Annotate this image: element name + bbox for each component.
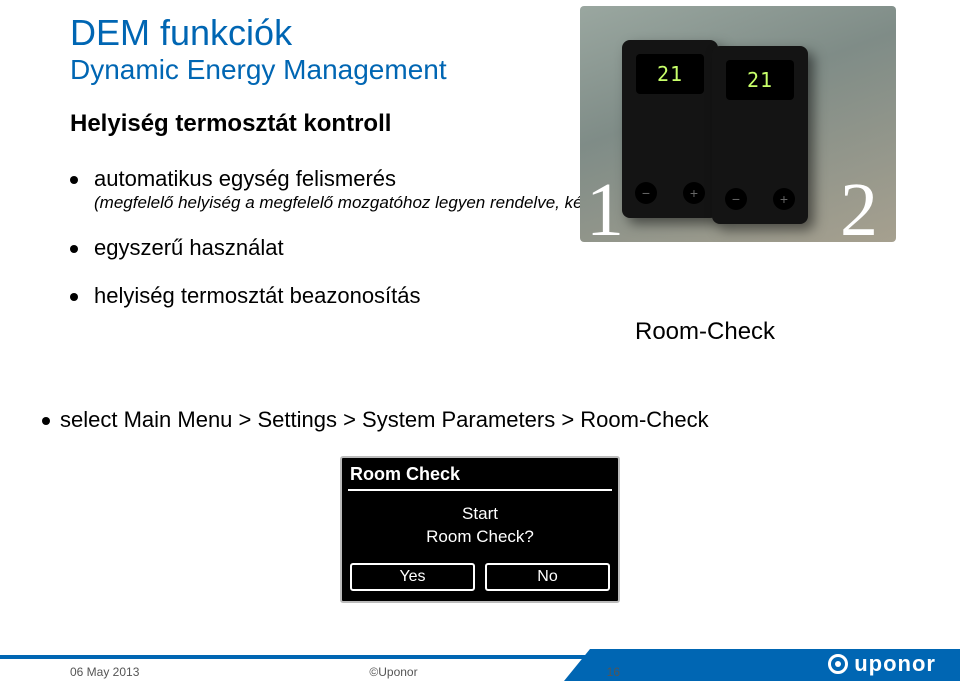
- device-2-reading: 21: [726, 60, 794, 100]
- minus-icon: −: [725, 188, 747, 210]
- thermostat-device-1: 21 − +: [622, 40, 718, 218]
- dialog-separator: [348, 489, 612, 491]
- dialog-title: Room Check: [342, 458, 618, 489]
- bullet-main: egyszerű használat: [94, 235, 284, 260]
- brand-logo-icon: [828, 654, 848, 674]
- bullet-item: helyiség termosztát beazonosítás: [70, 283, 890, 309]
- footer-copyright: ©Uponor: [369, 665, 417, 679]
- plus-icon: +: [773, 188, 795, 210]
- plus-icon: +: [683, 182, 705, 204]
- room-check-label: Room-Check: [635, 318, 775, 346]
- dialog-buttons: Yes No: [342, 563, 618, 601]
- dialog-line-2: Room Check?: [350, 526, 610, 549]
- footer-page-number: 16: [607, 665, 620, 679]
- device-1-buttons: − +: [622, 182, 718, 204]
- dialog-line-1: Start: [350, 503, 610, 526]
- room-check-dialog: Room Check Start Room Check? Yes No: [340, 456, 620, 603]
- dialog-yes-button[interactable]: Yes: [350, 563, 475, 591]
- footer-stripe: [0, 655, 610, 659]
- device-pair: 21 − + 21 − +: [622, 40, 814, 218]
- brand-logo-text: uponor: [854, 651, 936, 677]
- slide: DEM funkciók Dynamic Energy Management H…: [0, 0, 960, 681]
- device-tag-1: 1: [586, 172, 624, 242]
- device-2-buttons: − +: [712, 188, 808, 210]
- dialog-body: Start Room Check?: [342, 497, 618, 563]
- footer-date: 06 May 2013: [70, 665, 139, 679]
- device-1-reading: 21: [636, 54, 704, 94]
- thermostat-device-2: 21 − +: [712, 46, 808, 224]
- footer-meta: 06 May 2013 ©Uponor 16: [70, 665, 630, 679]
- dialog-no-button[interactable]: No: [485, 563, 610, 591]
- menu-path: select Main Menu > Settings > System Par…: [60, 407, 709, 433]
- thermostat-illustration: 21 − + 21 − + 1 2: [580, 6, 896, 242]
- brand-logo: uponor: [828, 651, 936, 677]
- minus-icon: −: [635, 182, 657, 204]
- device-tag-2: 2: [840, 172, 878, 242]
- bullet-main: automatikus egység felismerés: [94, 166, 396, 191]
- bullet-main: helyiség termosztát beazonosítás: [94, 283, 421, 308]
- footer: 06 May 2013 ©Uponor 16 uponor: [0, 637, 960, 681]
